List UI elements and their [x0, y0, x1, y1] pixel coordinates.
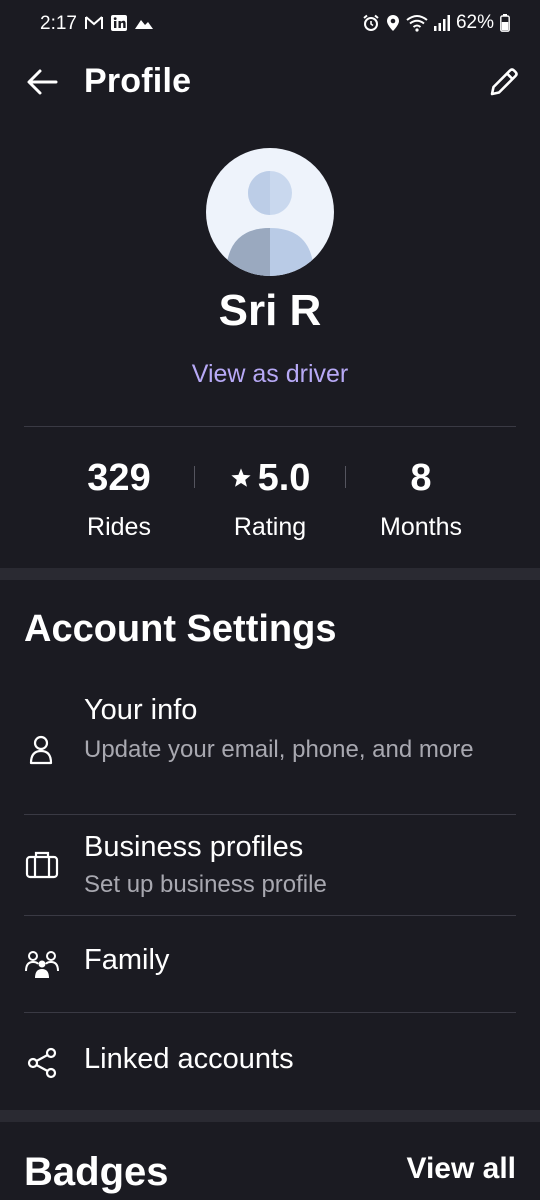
cloud-icon: [134, 16, 154, 30]
settings-item-title: Business profiles: [84, 831, 304, 863]
stat-value: 8: [410, 457, 432, 499]
avatar[interactable]: [206, 148, 334, 276]
wifi-icon: [406, 14, 428, 32]
pencil-icon: [490, 68, 518, 96]
settings-item-title: Linked accounts: [84, 1043, 294, 1075]
status-bar: 2:17 62%: [0, 0, 540, 50]
person-icon: [24, 732, 60, 768]
settings-item-linked-accounts[interactable]: Linked accounts: [0, 1013, 540, 1109]
stat-label: Rating: [233, 513, 307, 541]
stat-months: 8 Months: [341, 455, 501, 542]
family-icon: [24, 946, 60, 982]
settings-item-subtitle: Set up business profile: [84, 871, 327, 898]
page-title: Profile: [84, 62, 192, 100]
stat-value: 5.0: [257, 457, 311, 499]
linkedin-icon: [110, 14, 128, 32]
stat-label: Rides: [87, 513, 151, 541]
share-icon: [24, 1045, 60, 1081]
account-settings-heading: Account Settings: [24, 608, 337, 650]
default-avatar-icon: [226, 171, 314, 276]
star-icon: [230, 467, 252, 489]
briefcase-icon: [24, 847, 60, 883]
battery-percentage: 62%: [455, 12, 494, 33]
settings-item-family[interactable]: Family: [0, 916, 540, 1012]
user-name: Sri R: [218, 286, 322, 335]
signal-icon: [433, 15, 450, 31]
status-time: 2:17: [40, 13, 77, 34]
arrow-left-icon: [27, 69, 58, 95]
stat-label: Months: [380, 513, 462, 541]
edit-profile-button[interactable]: [484, 62, 524, 102]
back-button[interactable]: [22, 62, 62, 102]
stat-rides: 329 Rides: [39, 455, 199, 542]
stat-rating: 5.0 Rating: [190, 455, 350, 542]
section-separator: [0, 1110, 540, 1122]
stat-value: 329: [87, 457, 151, 499]
settings-item-business-profiles[interactable]: Business profiles Set up business profil…: [0, 815, 540, 915]
badges-heading: Badges: [24, 1150, 169, 1194]
divider: [24, 426, 516, 427]
settings-item-subtitle: Update your email, phone, and more: [84, 736, 474, 763]
settings-item-title: Your info: [84, 694, 198, 726]
alarm-icon: [362, 14, 380, 32]
gmail-icon: [84, 15, 104, 31]
settings-item-title: Family: [84, 944, 170, 976]
view-as-driver-link[interactable]: View as driver: [0, 360, 540, 389]
section-separator: [0, 568, 540, 580]
battery-icon: [500, 14, 510, 32]
location-icon: [386, 14, 400, 32]
view-all-badges-link[interactable]: View all: [406, 1152, 516, 1186]
settings-item-your-info[interactable]: Your info Update your email, phone, and …: [0, 690, 540, 814]
